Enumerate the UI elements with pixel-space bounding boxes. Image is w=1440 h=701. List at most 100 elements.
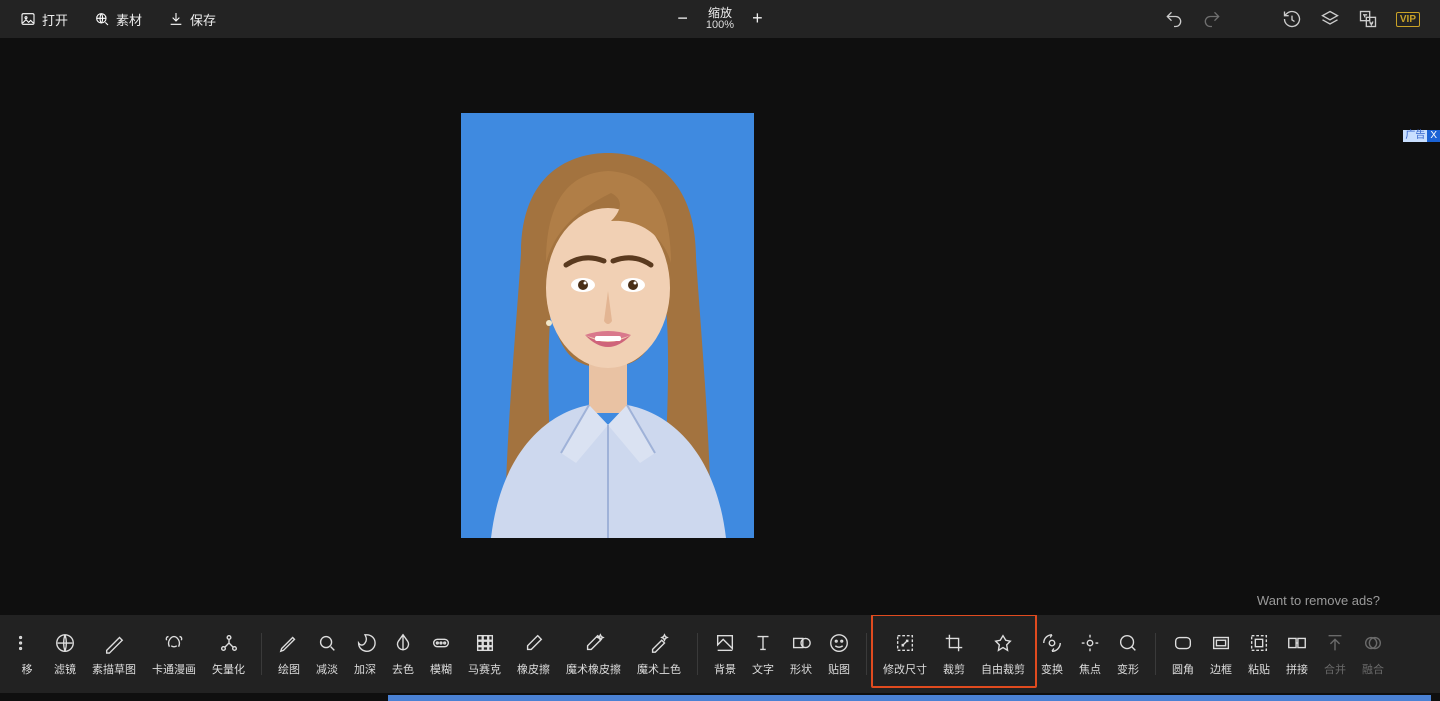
layers-button[interactable] [1320, 9, 1340, 29]
save-button[interactable]: 保存 [168, 10, 216, 29]
tool-label: 形状 [790, 661, 812, 677]
translate-button[interactable] [1358, 9, 1378, 29]
zoom-title: 缩放 [706, 7, 734, 20]
ad-chip: 广告 X [1403, 130, 1440, 142]
tool-label: 贴图 [828, 661, 850, 677]
tool-border[interactable]: 边框 [1202, 632, 1240, 677]
globe-search-icon [94, 11, 110, 27]
tool-paint[interactable]: 绘图 [270, 632, 308, 677]
tool-eraser[interactable]: 橡皮擦 [509, 632, 558, 677]
tool-text[interactable]: 文字 [744, 632, 782, 677]
tool-sticker[interactable]: 贴图 [820, 632, 858, 677]
focus-icon [1079, 632, 1101, 657]
tool-blur[interactable]: 模糊 [422, 632, 460, 677]
tool-magicColor[interactable]: 魔术上色 [629, 632, 689, 677]
tool-label: 模糊 [430, 661, 452, 677]
border-icon [1210, 632, 1232, 657]
tool-label: 加深 [354, 661, 376, 677]
zoom-group: − 缩放 100% + [677, 7, 762, 31]
tool-stitch[interactable]: 拼接 [1278, 632, 1316, 677]
text-icon [752, 632, 774, 657]
tool-background[interactable]: 背景 [706, 632, 744, 677]
toolbar-separator [1155, 633, 1156, 675]
blend-icon [1362, 632, 1384, 657]
transform-icon [1041, 632, 1063, 657]
tool-lighten[interactable]: 减淡 [308, 632, 346, 677]
zoom-in-button[interactable]: + [752, 8, 763, 29]
tool-move[interactable]: 移 [8, 632, 46, 677]
tool-paste[interactable]: 粘贴 [1240, 632, 1278, 677]
top-left-group: 打开 素材 保存 [20, 10, 216, 29]
tool-round[interactable]: 圆角 [1164, 632, 1202, 677]
tool-darken[interactable]: 加深 [346, 632, 384, 677]
tool-merge: 合并 [1316, 632, 1354, 677]
tool-label: 去色 [392, 661, 414, 677]
vectorize-icon [218, 632, 240, 657]
move-icon [16, 632, 38, 657]
tool-label: 减淡 [316, 661, 338, 677]
open-button[interactable]: 打开 [20, 10, 68, 29]
stitch-icon [1286, 632, 1308, 657]
filter-icon [54, 632, 76, 657]
tool-shape[interactable]: 形状 [782, 632, 820, 677]
tool-crop[interactable]: 裁剪 [935, 632, 973, 677]
vip-badge[interactable]: VIP [1396, 12, 1420, 27]
round-icon [1172, 632, 1194, 657]
redo-button[interactable] [1202, 9, 1222, 29]
tool-label: 裁剪 [943, 661, 965, 677]
tool-label: 素描草图 [92, 661, 136, 677]
blur-icon [430, 632, 452, 657]
toolbar-separator [697, 633, 698, 675]
tool-magicEraser[interactable]: 魔术橡皮擦 [558, 632, 629, 677]
remove-ads-link[interactable]: Want to remove ads? [1257, 593, 1380, 608]
canvas-image[interactable] [461, 113, 754, 538]
tool-label: 滤镜 [54, 661, 76, 677]
lighten-icon [316, 632, 338, 657]
sticker-icon [828, 632, 850, 657]
zoom-readout[interactable]: 缩放 100% [706, 7, 734, 31]
resize-icon [894, 632, 916, 657]
tool-label: 焦点 [1079, 661, 1101, 677]
ad-close-button[interactable]: X [1427, 130, 1440, 142]
tool-freecrop[interactable]: 自由裁剪 [973, 632, 1033, 677]
tool-transform[interactable]: 变换 [1033, 632, 1071, 677]
assets-button[interactable]: 素材 [94, 10, 142, 29]
decolor-icon [392, 632, 414, 657]
tool-label: 圆角 [1172, 661, 1194, 677]
tool-focus[interactable]: 焦点 [1071, 632, 1109, 677]
tool-vectorize[interactable]: 矢量化 [204, 632, 253, 677]
tool-label: 橡皮擦 [517, 661, 550, 677]
shape-icon [790, 632, 812, 657]
tool-label: 变形 [1117, 661, 1139, 677]
undo-button[interactable] [1164, 9, 1184, 29]
tool-filter[interactable]: 滤镜 [46, 632, 84, 677]
tool-label: 融合 [1362, 661, 1384, 677]
eraser-icon [523, 632, 545, 657]
zoom-value: 100% [706, 20, 734, 32]
magicEraser-icon [583, 632, 605, 657]
canvas-area[interactable]: 广告 X Want to remove ads? [0, 38, 1440, 615]
image-icon [20, 11, 36, 27]
tool-sketch[interactable]: 素描草图 [84, 632, 144, 677]
bottom-stripe [388, 695, 1431, 701]
darken-icon [354, 632, 376, 657]
tool-label: 变换 [1041, 661, 1063, 677]
save-label: 保存 [190, 10, 216, 29]
tool-label: 绘图 [278, 661, 300, 677]
history-button[interactable] [1282, 9, 1302, 29]
tool-mosaic[interactable]: 马赛克 [460, 632, 509, 677]
tool-label: 拼接 [1286, 661, 1308, 677]
tool-label: 魔术上色 [637, 661, 681, 677]
sketch-icon [103, 632, 125, 657]
tool-decolor[interactable]: 去色 [384, 632, 422, 677]
tool-label: 粘贴 [1248, 661, 1270, 677]
cartoon-icon [163, 632, 185, 657]
tool-distort[interactable]: 变形 [1109, 632, 1147, 677]
tool-label: 背景 [714, 661, 736, 677]
tool-cartoon[interactable]: 卡通漫画 [144, 632, 204, 677]
zoom-out-button[interactable]: − [677, 8, 688, 29]
toolbar: 移滤镜素描草图卡通漫画矢量化绘图减淡加深去色模糊马赛克橡皮擦魔术橡皮擦魔术上色 背… [0, 615, 1440, 693]
tool-blend: 融合 [1354, 632, 1392, 677]
tool-resize[interactable]: 修改尺寸 [875, 632, 935, 677]
crop-icon [943, 632, 965, 657]
